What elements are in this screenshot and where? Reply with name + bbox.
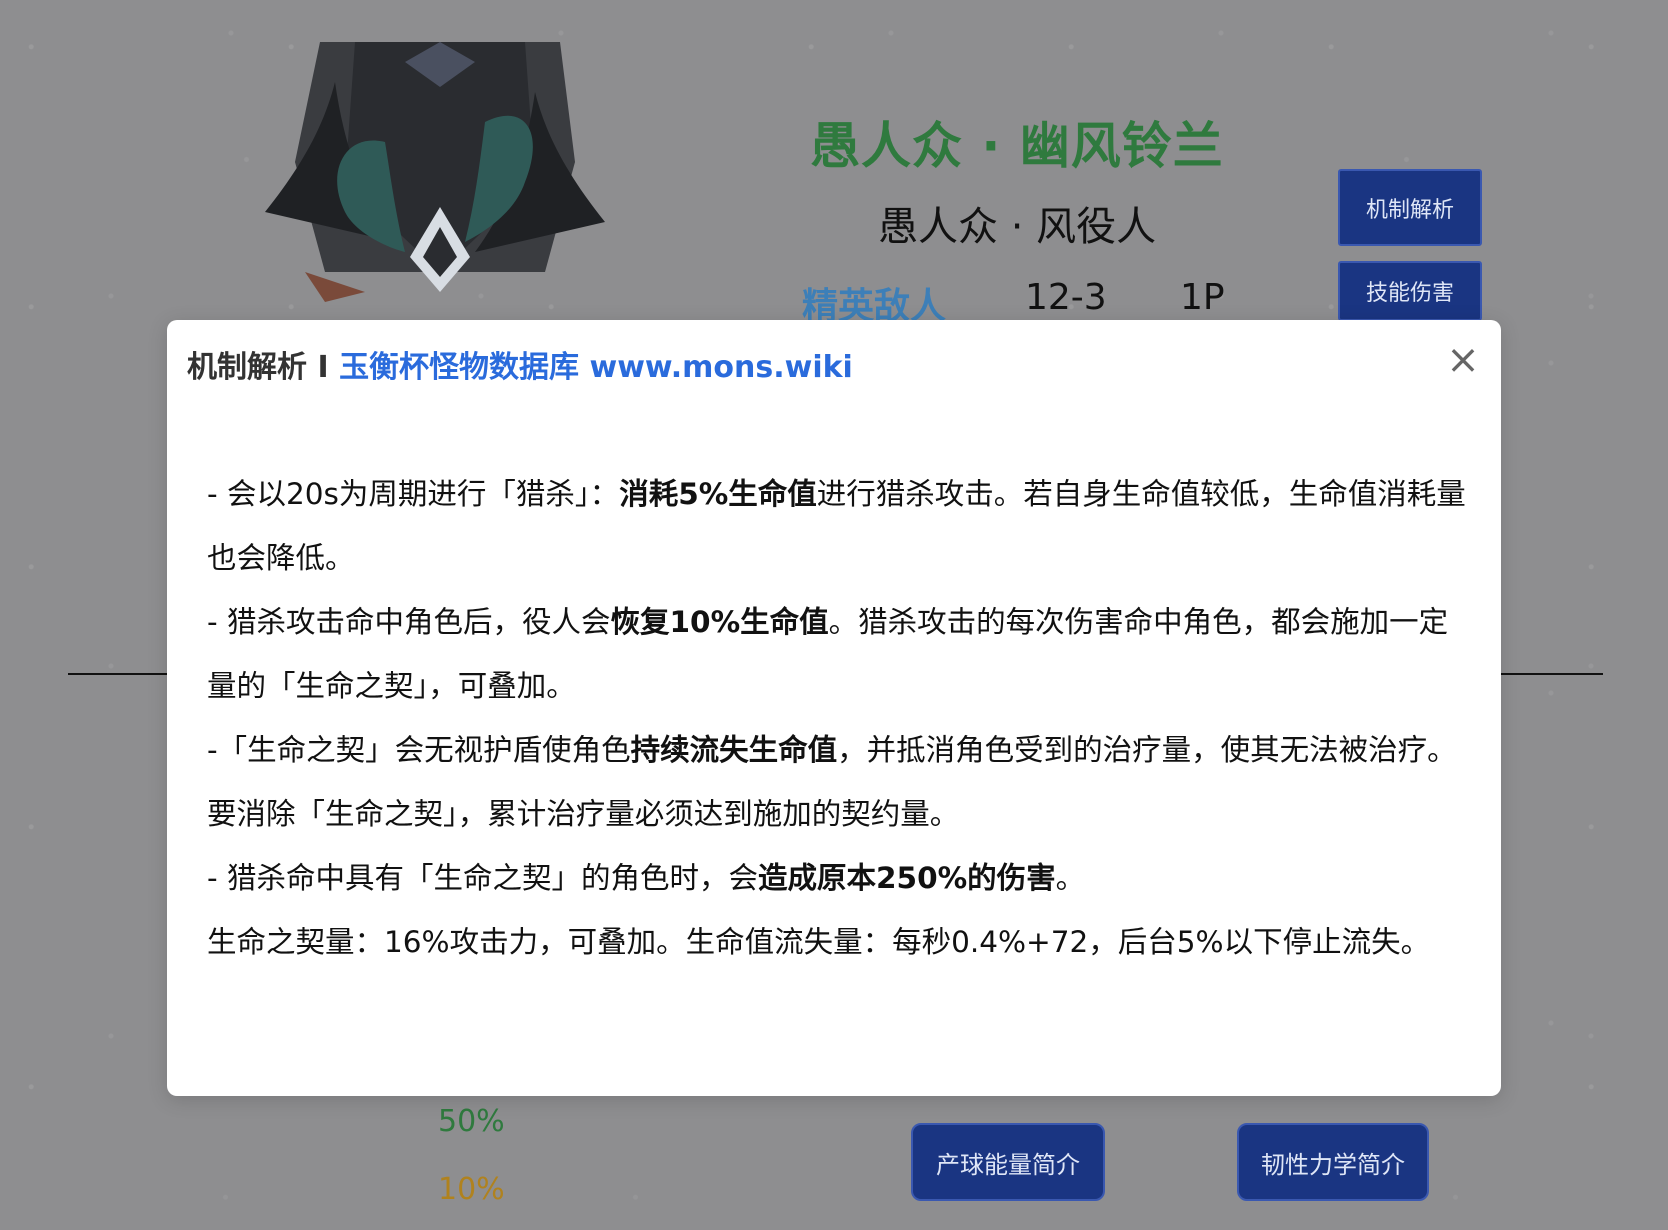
text-run: -「生命之契」会无视护盾使角色 [207,733,631,767]
enemy-level: 12-3 [1025,277,1107,318]
enemy-name: 愚人众 · 幽风铃兰 [810,117,1224,175]
text-run: - 会以20s为周期进行「猎杀」： [207,477,620,511]
enemy-subname: 愚人众 · 风役人 [878,204,1157,250]
stat-percent-gold: 10% [438,1172,505,1207]
energy-intro-button[interactable]: 产球能量简介 [911,1123,1105,1201]
divider-right [1500,673,1603,675]
bold-text-run: 持续流失生命值 [630,733,838,767]
bold-text-run: 消耗5%生命值 [619,477,817,511]
mechanic-paragraph: - 会以20s为周期进行「猎杀」：消耗5%生命值进行猎杀攻击。若自身生命值较低，… [207,462,1467,590]
text-run: 。 [1055,861,1086,895]
text-run: - 猎杀攻击命中角色后，役人会 [207,605,611,639]
skill-damage-button[interactable]: 技能伤害 [1338,261,1482,321]
text-run: - 猎杀命中具有「生命之契」的角色时，会 [207,861,759,895]
mechanic-paragraph: -「生命之契」会无视护盾使角色持续流失生命值，并抵消角色受到的治疗量，使其无法被… [207,718,1467,846]
close-icon[interactable]: × [1443,340,1483,380]
modal-title: 机制解析 I 玉衡杯怪物数据库 www.mons.wiki [187,342,853,386]
modal-title-prefix: 机制解析 I [187,350,340,385]
mechanic-paragraph: - 猎杀攻击命中角色后，役人会恢复10%生命值。猎杀攻击的每次伤害命中角色，都会… [207,590,1467,718]
mechanic-paragraph: - 猎杀命中具有「生命之契」的角色时，会造成原本250%的伤害。 [207,846,1467,910]
toughness-intro-button[interactable]: 韧性力学简介 [1237,1123,1429,1201]
stat-percent-green: 50% [438,1104,505,1139]
mechanics-modal: 机制解析 I 玉衡杯怪物数据库 www.mons.wiki × - 会以20s为… [167,320,1501,1096]
bold-text-run: 造成原本250%的伤害 [758,861,1056,895]
bold-text-run: 恢复10%生命值 [610,605,829,639]
modal-title-link[interactable]: 玉衡杯怪物数据库 www.mons.wiki [339,350,853,385]
player-count: 1P [1180,277,1225,318]
text-run: 生命之契量：16%攻击力，可叠加。生命值流失量：每秒0.4%+72，后台5%以下… [207,925,1431,959]
mechanic-paragraph: 生命之契量：16%攻击力，可叠加。生命值流失量：每秒0.4%+72，后台5%以下… [207,910,1467,974]
character-portrait [265,42,605,302]
modal-body: - 会以20s为周期进行「猎杀」：消耗5%生命值进行猎杀攻击。若自身生命值较低，… [207,462,1467,974]
mechanics-button[interactable]: 机制解析 [1338,169,1482,246]
divider-left [68,673,168,675]
